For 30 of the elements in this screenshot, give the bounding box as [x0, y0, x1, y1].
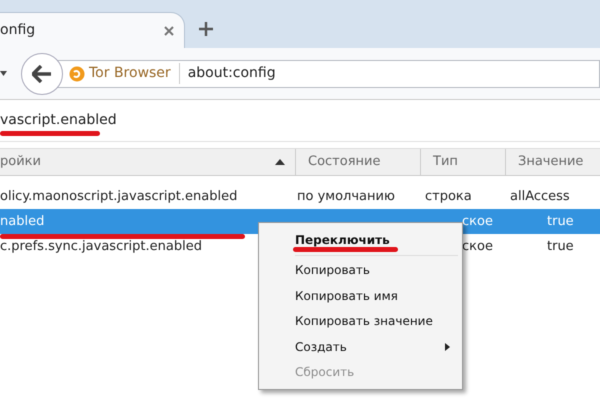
table-cell: olicy.maonoscript.javascript.enabled: [0, 188, 238, 204]
back-arrow-icon: [32, 64, 52, 82]
table-cell: true: [547, 214, 574, 229]
table-cell: по умолчанию: [297, 188, 395, 204]
table-cell: allAccess: [510, 188, 570, 204]
sort-icon[interactable]: [275, 159, 285, 165]
column-header[interactable]: Тип: [433, 152, 458, 172]
new-tab-icon[interactable]: [199, 22, 213, 36]
column-header[interactable]: ройки: [0, 152, 41, 172]
menu-item[interactable]: Копировать имя: [261, 283, 460, 308]
table-cell: nabled: [0, 214, 44, 229]
search-field[interactable]: vascript.enabled: [0, 110, 134, 131]
dropdown-icon[interactable]: [0, 71, 7, 76]
menu-item[interactable]: Копировать значение: [261, 308, 460, 334]
table-cell: строка: [425, 188, 472, 204]
column-header[interactable]: Значение: [518, 152, 584, 172]
back-button[interactable]: [21, 52, 63, 94]
table-cell: ское: [462, 214, 493, 229]
menu-item[interactable]: Копировать: [261, 258, 460, 283]
table-cell: c.prefs.sync.javascript.enabled: [0, 238, 202, 254]
table-cell: ское: [462, 238, 493, 254]
site-identity[interactable]: Tor Browser: [89, 63, 171, 84]
column-header[interactable]: Состояние: [308, 152, 380, 172]
table-cell: true: [547, 238, 574, 254]
submenu-arrow-icon: [445, 342, 450, 351]
onion-icon: [69, 66, 85, 82]
tab[interactable]: onfig: [0, 12, 185, 48]
menu-item[interactable]: Создать: [261, 334, 460, 360]
close-icon[interactable]: [164, 26, 174, 36]
address-text[interactable]: about:config: [188, 63, 276, 84]
